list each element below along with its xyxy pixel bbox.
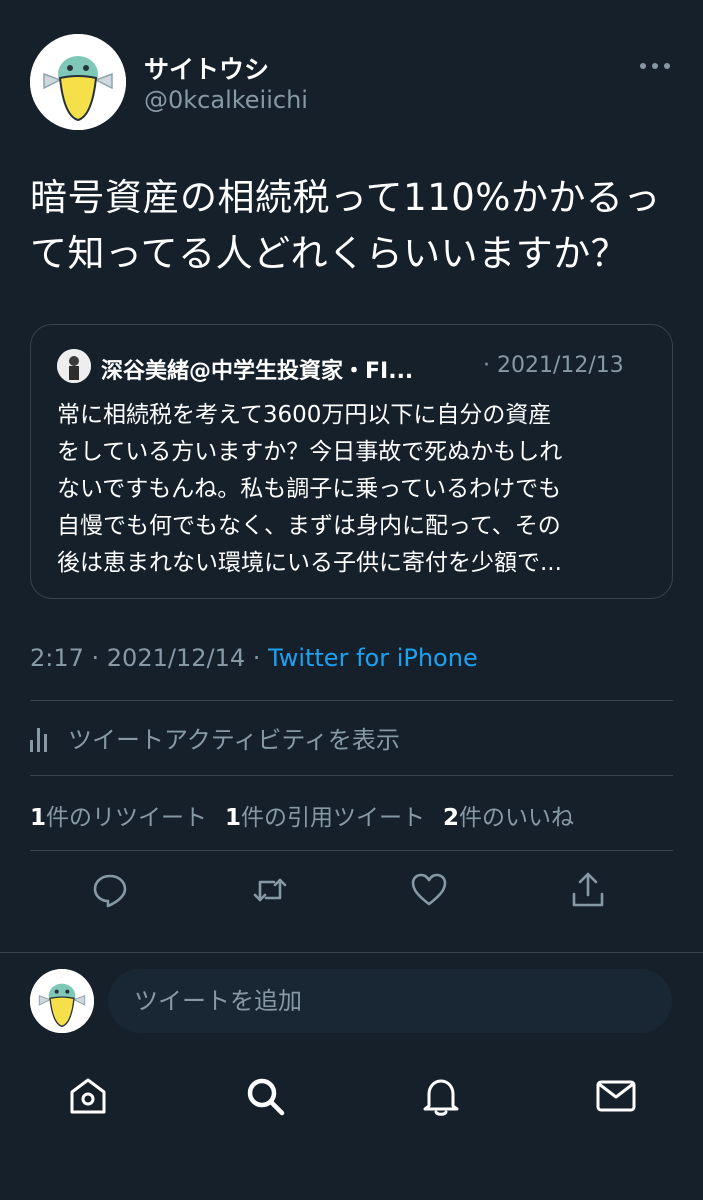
author-handle[interactable]: @0kcalkeiichi [144,86,308,114]
tweet-stats: 1件のリツイート 1件の引用ツイート 2件のいいね [30,798,574,832]
quoted-author-name: 深谷美緒@中学生投資家・FI... [101,359,414,384]
quoted-tweet-text: 常に相続税を考えて3600万円以下に自分の資産 をしている方いますか？今日事故で… [57,402,563,576]
tweet-meta: 2:17 · 2021/12/14 · Twitter for iPhone [30,644,478,672]
bird-character-icon [30,969,94,1033]
heart-icon[interactable] [409,870,449,910]
quotes-stat[interactable]: 1件の引用ツイート [225,798,425,832]
bell-icon[interactable] [419,1074,463,1118]
tweet-source-link[interactable]: Twitter for iPhone [268,644,478,672]
likes-stat[interactable]: 2件のいいね [443,798,574,832]
reply-input[interactable] [108,969,672,1033]
more-horizontal-icon[interactable] [640,54,670,78]
mail-icon[interactable] [594,1074,638,1118]
quoted-tweet-date: · 2021/12/13 [483,353,624,378]
home-icon[interactable] [66,1074,110,1118]
divider [30,850,673,851]
search-icon[interactable] [243,1074,287,1118]
reply-icon[interactable] [90,870,130,910]
author-display-name[interactable]: サイトウシ [144,50,269,86]
tweet-timestamp: 2:17 · 2021/12/14 · [30,644,268,672]
quoted-tweet-card[interactable]: 深谷美緒@中学生投資家・FI... · 2021/12/13 常に相続税を考えて… [30,324,673,599]
share-icon[interactable] [568,870,608,910]
divider [30,775,673,776]
activity-label: ツイートアクティビティを表示 [68,726,400,754]
divider [30,700,673,701]
current-user-avatar [30,969,94,1033]
analytics-icon [30,724,54,752]
tweet-text: 暗号資産の相続税って110%かかるっ て知ってる人どれくらいいますか？ [30,176,661,275]
author-avatar[interactable] [30,34,126,130]
quoted-author-avatar [57,349,91,383]
divider [0,952,703,953]
view-tweet-activity-button[interactable]: ツイートアクティビティを表示 [30,720,400,755]
retweets-stat[interactable]: 1件のリツイート [30,798,207,832]
retweet-icon[interactable] [250,870,290,910]
bird-character-icon [30,34,126,130]
